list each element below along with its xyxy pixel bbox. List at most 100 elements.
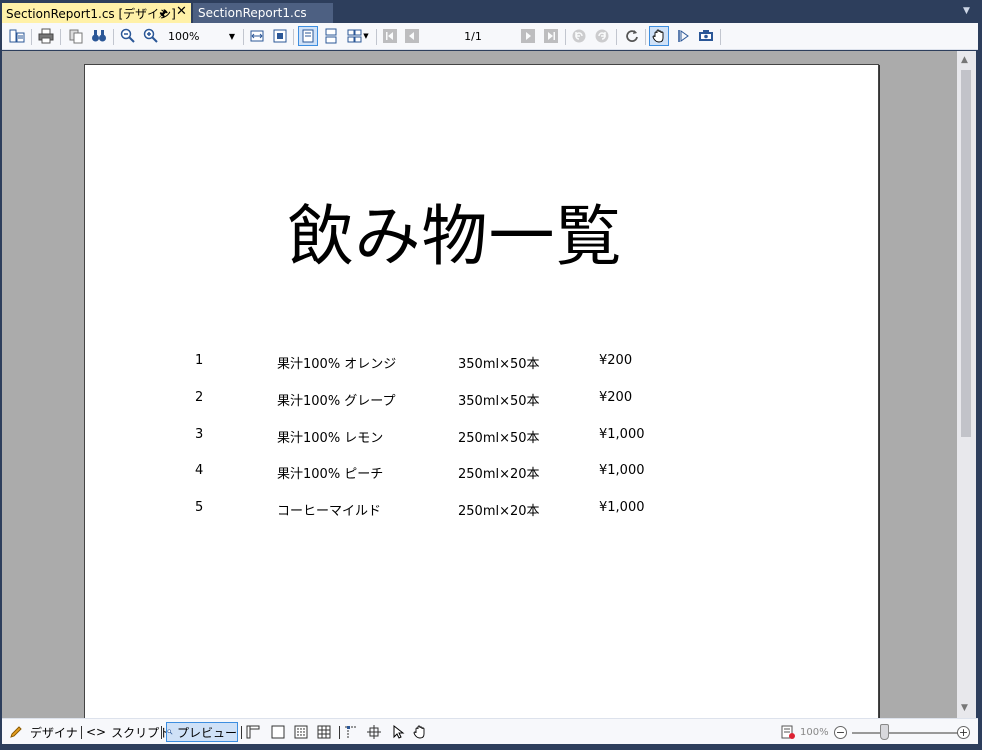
tab-code-label: SectionReport1.cs [198, 6, 307, 20]
find-icon[interactable] [89, 26, 109, 46]
fit-page-icon[interactable] [270, 26, 290, 46]
selection-icon[interactable] [673, 26, 693, 46]
chevron-down-icon[interactable]: ▼ [229, 29, 235, 45]
product-price: ¥1,000 [599, 500, 645, 516]
page-number-field[interactable]: 1/1 [430, 28, 516, 46]
product-size: 250ml×50本 [458, 430, 540, 446]
pointer-icon[interactable] [390, 722, 406, 742]
zoom-in-button[interactable]: + [957, 726, 970, 739]
back-icon[interactable] [569, 26, 589, 46]
single-page-icon[interactable] [298, 26, 318, 46]
bottombar-separator [339, 726, 340, 739]
tab-design-label: SectionReport1.cs [デザイン] [6, 6, 176, 21]
bottombar-separator [241, 726, 242, 739]
designer-tab[interactable]: デザイナ [8, 722, 78, 742]
continuous-page-icon[interactable] [321, 26, 341, 46]
scroll-down-arrow-icon[interactable]: ▼ [961, 703, 968, 713]
pan-icon[interactable] [649, 26, 669, 46]
toolbar-separator [243, 29, 244, 45]
product-name: 果汁100% オレンジ [277, 357, 397, 372]
product-price: ¥200 [599, 389, 633, 405]
script-tab-label: スクリプト [111, 725, 172, 740]
script-tab[interactable]: <> スクリプト [86, 722, 171, 742]
document-tab-strip: SectionReport1.cs [デザイン] 🖈 ✕ SectionRepo… [0, 0, 982, 23]
product-size: 250ml×20本 [458, 467, 540, 483]
toolbar-separator [31, 29, 32, 45]
close-tab-icon[interactable]: ✕ [176, 4, 187, 19]
fit-width-icon[interactable] [247, 26, 267, 46]
toolbar-separator [616, 29, 617, 45]
multipage-icon[interactable]: ▼ [345, 26, 371, 46]
ruler-icon[interactable] [245, 722, 261, 742]
hand-icon[interactable] [412, 722, 428, 742]
tab-design-view[interactable]: SectionReport1.cs [デザイン] 🖈 ✕ [2, 3, 191, 23]
scroll-up-arrow-icon[interactable]: ▲ [961, 55, 968, 65]
product-size: 350ml×50本 [458, 393, 540, 409]
product-price: ¥1,000 [599, 426, 645, 442]
zoom-slider-thumb[interactable] [880, 724, 889, 740]
product-name: 果汁100% レモン [277, 430, 384, 446]
toolbar-separator [720, 29, 721, 45]
pin-icon[interactable]: 🖈 [158, 5, 168, 24]
scrollbar-thumb[interactable] [961, 70, 971, 437]
row-number: 5 [195, 500, 204, 516]
align-icon[interactable] [366, 722, 382, 742]
code-brackets-icon: <> [86, 725, 107, 739]
chevron-down-icon: ▼ [363, 32, 369, 40]
preview-tab-label: プレビュー [176, 725, 237, 740]
bottombar-separator [161, 726, 162, 739]
last-page-icon[interactable] [541, 26, 561, 46]
zoom-in-icon[interactable] [141, 26, 161, 46]
viewer-toolbar: 100% ▼ ▼ 1/1 [2, 23, 978, 50]
product-name: 果汁100% ピーチ [277, 467, 384, 483]
forward-icon[interactable] [592, 26, 612, 46]
magnifier-icon [167, 729, 173, 735]
toolbar-separator [293, 29, 294, 45]
product-size: 350ml×50本 [458, 357, 540, 372]
page-outline-icon[interactable] [270, 722, 286, 742]
tab-overflow-dropdown-icon[interactable]: ▼ [963, 6, 970, 16]
zoom-out-button[interactable]: − [834, 726, 847, 739]
row-number: 1 [195, 353, 204, 368]
grid-icon[interactable] [316, 722, 332, 742]
report-preview-area[interactable]: 飲み物一覧 1 果汁100% オレンジ 350ml×50本 ¥200 2 果汁100% グ… [2, 51, 957, 718]
first-page-icon[interactable] [380, 26, 400, 46]
toolbar-separator [60, 29, 61, 45]
product-size: 250ml×20本 [458, 504, 540, 520]
row-number: 4 [195, 463, 204, 479]
zoom-combo[interactable]: 100% ▼ [165, 28, 240, 46]
product-price: ¥1,000 [599, 463, 645, 479]
designer-tab-label: デザイナ [30, 725, 78, 740]
product-price: ¥200 [599, 353, 633, 368]
report-page: 飲み物一覧 1 果汁100% オレンジ 350ml×50本 ¥200 2 果汁100% グ… [84, 64, 879, 718]
zoom-slider[interactable] [852, 732, 958, 734]
toolbar-separator [376, 29, 377, 45]
product-name: コーヒーマイルド [277, 504, 382, 520]
previous-page-icon[interactable] [402, 26, 422, 46]
print-icon[interactable] [36, 26, 56, 46]
snap-lines-icon[interactable] [343, 722, 359, 742]
zoom-combo-value: 100% [168, 30, 200, 43]
tab-code-view[interactable]: SectionReport1.cs [193, 3, 333, 23]
toolbar-separator [645, 29, 646, 45]
next-page-icon[interactable] [518, 26, 538, 46]
copy-icon[interactable] [66, 26, 86, 46]
designer-bottom-bar: デザイナ <> スクリプト プレビュー 100% − + [2, 718, 978, 744]
product-name: 果汁100% グレープ [277, 393, 396, 409]
bottombar-separator [81, 726, 82, 739]
zoom-level-label: 100% [800, 727, 829, 738]
snapshot-icon[interactable] [696, 26, 716, 46]
dot-grid-icon[interactable] [293, 722, 309, 742]
zoom-indicator-icon [780, 722, 796, 742]
report-title: 飲み物一覧 [287, 198, 623, 275]
vertical-scrollbar[interactable]: ▲ ▼ [957, 51, 976, 718]
zoom-out-icon[interactable] [118, 26, 138, 46]
row-number: 2 [195, 389, 204, 405]
pencil-icon [10, 726, 22, 738]
toolbar-separator [113, 29, 114, 45]
preview-tab[interactable]: プレビュー [166, 722, 238, 742]
table-of-contents-icon[interactable] [7, 26, 27, 46]
toolbar-separator [565, 29, 566, 45]
row-number: 3 [195, 426, 204, 442]
refresh-icon[interactable] [622, 26, 642, 46]
